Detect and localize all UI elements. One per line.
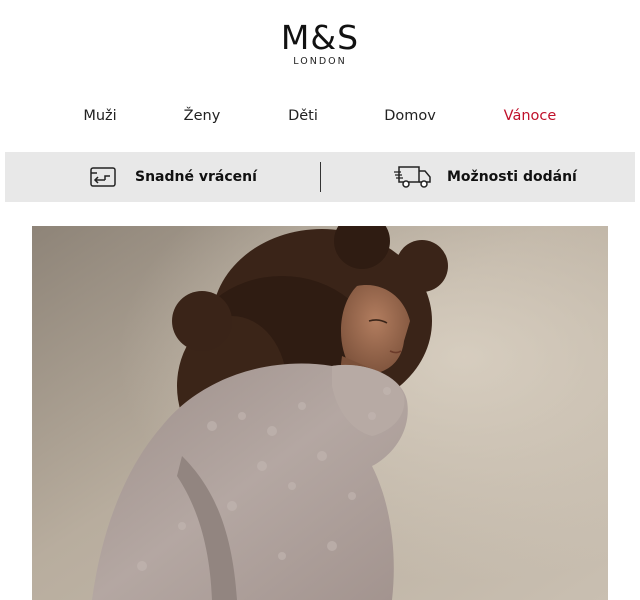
main-nav: Muži Ženy Děti Domov Vánoce xyxy=(0,108,640,132)
delivery-options-label: Možnosti dodání xyxy=(447,169,577,185)
nav-item-muzi[interactable]: Muži xyxy=(83,108,116,124)
service-bar: Snadné vrácení Možnosti dodání xyxy=(5,152,635,202)
delivery-truck-icon xyxy=(394,166,431,188)
hero-image[interactable] xyxy=(32,226,608,600)
nav-item-domov[interactable]: Domov xyxy=(384,108,436,124)
easy-returns-label: Snadné vrácení xyxy=(135,169,257,185)
nav-item-vanoce[interactable]: Vánoce xyxy=(504,108,557,124)
brand-subtitle: LONDON xyxy=(293,56,347,67)
easy-returns-link[interactable]: Snadné vrácení xyxy=(89,152,257,202)
hero-photo-woman-fleece-jacket xyxy=(32,226,608,600)
nav-item-zeny[interactable]: Ženy xyxy=(184,108,221,124)
brand-name: M&S xyxy=(280,18,360,57)
nav-item-deti[interactable]: Děti xyxy=(288,108,318,124)
delivery-options-link[interactable]: Možnosti dodání xyxy=(393,152,577,202)
return-card-icon xyxy=(90,167,116,187)
bar-divider xyxy=(320,162,321,192)
brand-logo[interactable]: M&S LONDON xyxy=(0,0,640,90)
